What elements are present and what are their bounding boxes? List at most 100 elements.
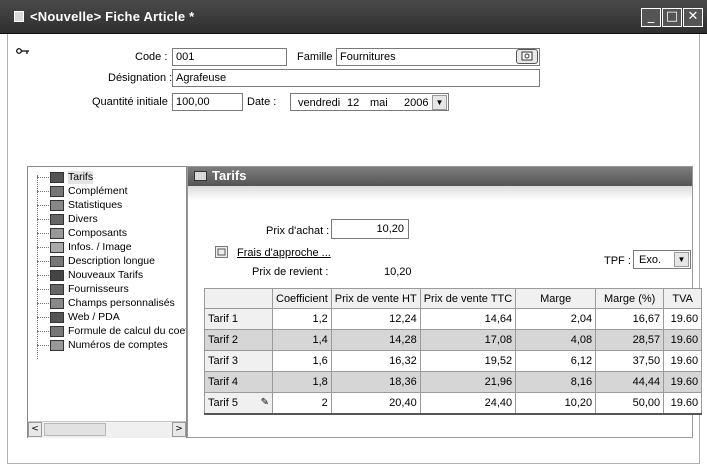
scroll-thumb[interactable] [44,423,106,436]
cell-value: 19.60 [670,313,699,325]
frais-approche-link[interactable]: Frais d'approche ... [237,247,331,259]
cell-value: 19,52 [484,355,513,367]
chevron-down-icon[interactable]: ▼ [674,252,689,267]
table-row[interactable]: Tarif 3 1,6 16,32 19,52 6,12 37,50 19.60 [204,350,703,372]
title-bar: <Nouvelle> Fiche Article * _ □ ✕ [0,0,707,34]
table-cell[interactable]: 10,20 [515,392,597,415]
table-cell[interactable]: 19.60 [663,392,703,415]
table-cell[interactable]: 21,96 [419,371,517,393]
table-cell[interactable]: 50,00 [595,392,665,415]
table-cell[interactable]: 16,32 [330,350,421,372]
famille-input[interactable]: Fournitures [336,48,540,66]
column-header[interactable]: Marge [515,288,597,309]
table-cell[interactable]: 19.60 [663,350,703,372]
cell-value: 44,44 [632,376,661,388]
chevron-down-icon[interactable]: ▼ [432,95,447,110]
components-icon [50,228,64,239]
tree-item-label: Fournisseurs [68,283,129,295]
section-tree[interactable]: Tarifs Complément Statistiques Divers Compos… [27,166,187,438]
table-cell[interactable]: 24,40 [419,392,517,415]
table-cell[interactable]: 1,2 [272,308,332,330]
table-cell[interactable]: 2 [272,392,332,415]
prix-achat-input[interactable]: 10,20 [331,219,409,239]
table-cell[interactable]: 18,36 [330,371,421,393]
tree-connector [37,219,49,221]
description-icon [50,256,64,267]
row-header[interactable]: Tarif 1 [204,308,273,330]
table-cell[interactable]: 20,40 [330,392,421,415]
column-header[interactable]: Coefficient [272,288,332,309]
table-cell[interactable]: 12,24 [330,308,421,330]
cell-value: 18,36 [389,376,417,388]
image-icon [50,242,64,253]
close-icon: ✕ [687,9,699,24]
table-cell[interactable]: 8,16 [515,371,597,393]
row-header[interactable]: Tarif 3 [204,350,273,372]
minimize-button[interactable]: _ [641,8,661,27]
column-header[interactable] [204,288,273,309]
column-header[interactable]: TVA [663,288,703,309]
cell-value: 14,64 [484,313,513,325]
accounts-icon [50,340,64,351]
table-cell[interactable]: 17,08 [419,329,517,351]
cell-value: 8,16 [570,376,593,388]
tree-connector [37,247,49,249]
table-row[interactable]: Tarif 5 ✎ 2 20,40 24,40 10,20 50,00 19.60 [204,392,703,415]
row-header[interactable]: Tarif 5 ✎ [204,392,273,415]
column-header[interactable]: Prix de vente HT [330,288,421,309]
tarifs-grid: Coefficient Prix de vente HT Prix de vente… [204,288,703,415]
column-header[interactable]: Marge (%) [595,288,665,309]
window-frame [7,463,700,464]
cell-value: 21,96 [484,376,513,388]
table-cell[interactable]: 6,12 [515,350,597,372]
table-cell[interactable]: 44,44 [595,371,665,393]
column-header[interactable]: Prix de vente TTC [419,288,517,309]
table-cell[interactable]: 19.60 [663,371,703,393]
table-cell[interactable]: 1,4 [272,329,332,351]
code-input[interactable]: 001 [172,48,287,66]
famille-lookup-button[interactable] [516,49,538,64]
table-row[interactable]: Tarif 1 1,2 12,24 14,64 2,04 16,67 19.60 [204,308,703,330]
table-cell[interactable]: 2,04 [515,308,597,330]
table-row[interactable]: Tarif 2 1,4 14,28 17,08 4,08 28,57 19.60 [204,329,703,351]
scroll-right-button[interactable]: > [172,422,186,437]
arrow-left-icon: < [31,424,39,434]
tree-item-label: Nouveaux Tarifs [68,269,144,281]
table-cell[interactable]: 1,8 [272,371,332,393]
tree-connector [37,317,49,319]
cell-value: 1,6 [312,355,328,367]
frais-approche-button[interactable] [215,246,228,258]
close-button[interactable]: ✕ [683,8,703,27]
quantite-input[interactable]: 100,00 [172,93,243,111]
table-cell[interactable]: 19,52 [419,350,517,372]
maximize-button[interactable]: □ [662,8,682,27]
table-cell[interactable]: 14,28 [330,329,421,351]
row-header[interactable]: Tarif 2 [204,329,273,351]
tree-item-label: Statistiques [68,199,123,211]
table-cell[interactable]: 37,50 [595,350,665,372]
cell-value: 4,08 [570,334,593,346]
cell-value: 28,57 [632,334,661,346]
tree-item-label: Description longue [68,255,155,267]
tree-connector [37,233,49,235]
tree-connector [37,261,49,263]
tree-connector [37,345,49,347]
tree-horizontal-scrollbar[interactable]: < > [28,421,186,438]
table-cell[interactable]: 4,08 [515,329,597,351]
new-tariffs-icon [50,270,64,281]
row-header[interactable]: Tarif 4 [204,371,273,393]
table-cell[interactable]: 16,67 [595,308,665,330]
lookup-icon [521,51,533,61]
date-picker[interactable]: vendredi 12 mai 2006 ▼ [290,93,449,111]
tree-connector [37,191,49,193]
tree-item-label: Composants [68,227,127,239]
table-cell[interactable]: 19.60 [663,308,703,330]
scroll-left-button[interactable]: < [28,422,42,437]
table-cell[interactable]: 14,64 [419,308,517,330]
table-row[interactable]: Tarif 4 1,8 18,36 21,96 8,16 44,44 19.60 [204,371,703,393]
table-cell[interactable]: 19.60 [663,329,703,351]
table-cell[interactable]: 1,6 [272,350,332,372]
table-cell[interactable]: 28,57 [595,329,665,351]
designation-input[interactable]: Agrafeuse [172,69,540,87]
tpf-select[interactable]: Exo. ▼ [633,250,691,269]
